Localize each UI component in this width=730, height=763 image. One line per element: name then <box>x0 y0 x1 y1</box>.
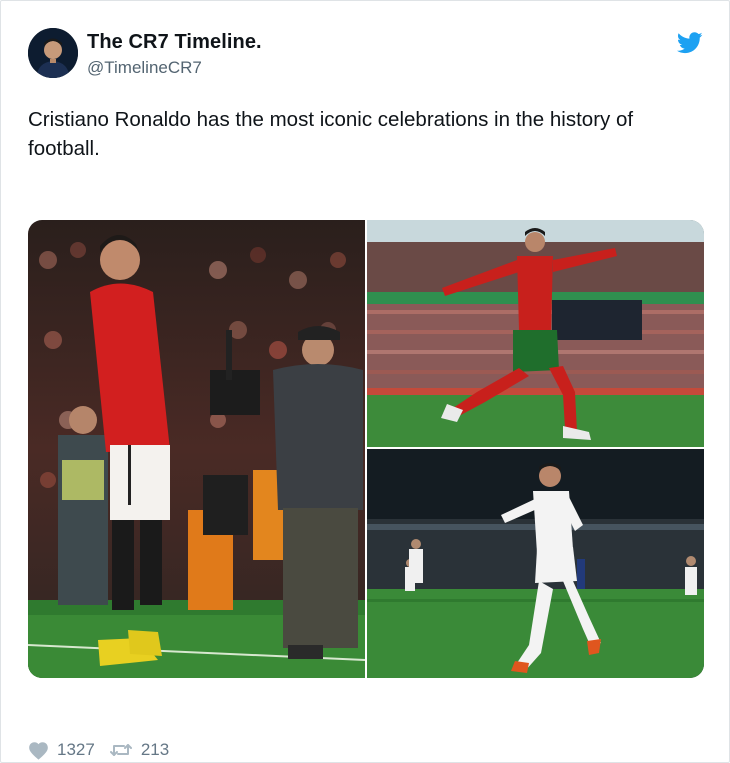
tweet-text: Cristiano Ronaldo has the most iconic ce… <box>28 108 634 160</box>
photo-red-kit-celebration[interactable] <box>28 220 365 678</box>
photo-real-madrid-celebration[interactable] <box>367 449 704 678</box>
retweet-count: 213 <box>140 740 170 759</box>
retweet-action[interactable]: 213 <box>109 740 169 760</box>
like-count: 1327 <box>57 740 95 759</box>
tweet-actions: 1327 213 <box>28 737 183 763</box>
tweet-card[interactable]: The CR7 Timeline. @TimelineCR7 Cristiano… <box>0 0 730 763</box>
like-action[interactable]: 1327 <box>28 740 95 760</box>
display-name[interactable]: The CR7 Timeline. <box>87 31 262 54</box>
avatar[interactable] <box>28 28 78 78</box>
media-grid[interactable] <box>28 220 704 678</box>
twitter-bird-icon[interactable] <box>676 32 703 54</box>
photo-portugal-jump-celebration[interactable] <box>367 220 704 447</box>
retweet-icon[interactable] <box>109 742 133 758</box>
account-handle[interactable]: @TimelineCR7 <box>87 58 202 78</box>
heart-icon[interactable] <box>28 741 49 760</box>
